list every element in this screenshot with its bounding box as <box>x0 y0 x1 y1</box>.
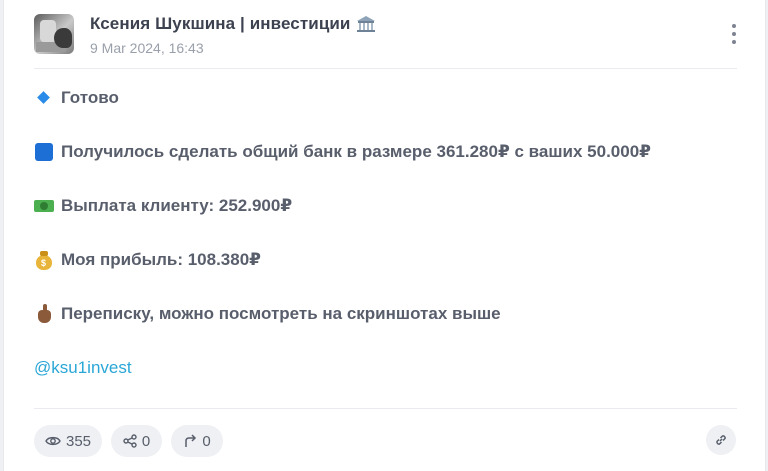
copy-link-button[interactable] <box>706 425 736 455</box>
post-line-text: Моя прибыль: 108.380₽ <box>61 250 261 269</box>
bank-icon <box>356 15 376 33</box>
views-count: 355 <box>65 432 92 450</box>
post-card: Ксения Шукшина | инвестиции 9 Мar 2024, … <box>3 0 766 471</box>
views-counter[interactable]: 355 <box>34 425 102 457</box>
post-line-payout: Выплата клиенту: 252.900₽ <box>34 194 734 218</box>
post-line-text: Готово <box>61 88 119 107</box>
post-footer: 355 0 0 <box>34 425 736 457</box>
forward-button[interactable]: 0 <box>171 425 223 457</box>
share-button[interactable]: 0 <box>111 425 162 457</box>
post-line-done: Готово <box>34 86 734 110</box>
post-line-text: Получилось сделать общий банк в размере … <box>61 142 651 161</box>
blue-square-icon <box>34 142 54 162</box>
post-line-screenshots: Переписку, можно посмотреть на скриншота… <box>34 302 734 326</box>
footer-divider <box>34 408 737 409</box>
post-header: Ксения Шукшина | инвестиции 9 Мar 2024, … <box>34 14 744 58</box>
channel-name[interactable]: Ксения Шукшина | инвестиции <box>90 14 350 34</box>
mention-link[interactable]: @ksu1invest <box>34 356 132 380</box>
pointing-hand-icon <box>34 304 54 324</box>
forwards-count: 0 <box>202 432 211 450</box>
header-divider <box>34 68 737 69</box>
share-icon <box>123 434 137 448</box>
more-vertical-icon[interactable] <box>728 24 740 48</box>
post-line-bank: Получилось сделать общий банк в размере … <box>34 140 734 164</box>
blue-diamond-icon <box>34 88 54 108</box>
money-banknote-icon <box>34 196 54 216</box>
shares-count: 0 <box>141 432 151 450</box>
eye-icon <box>45 436 61 446</box>
forward-arrow-icon <box>185 434 197 447</box>
post-date: 9 Мar 2024, 16:43 <box>90 40 204 56</box>
post-line-text: Переписку, можно посмотреть на скриншота… <box>61 304 501 323</box>
channel-title: Ксения Шукшина | инвестиции <box>90 14 376 34</box>
post-body: Готово Получилось сделать общий банк в р… <box>34 86 734 410</box>
post-line-text: Выплата клиенту: 252.900₽ <box>61 196 293 215</box>
money-bag-icon: $ <box>34 250 54 270</box>
post-line-profit: $ Моя прибыль: 108.380₽ <box>34 248 734 272</box>
avatar[interactable] <box>34 14 74 54</box>
link-icon <box>716 435 726 445</box>
post-line-mention: @ksu1invest <box>34 356 734 380</box>
